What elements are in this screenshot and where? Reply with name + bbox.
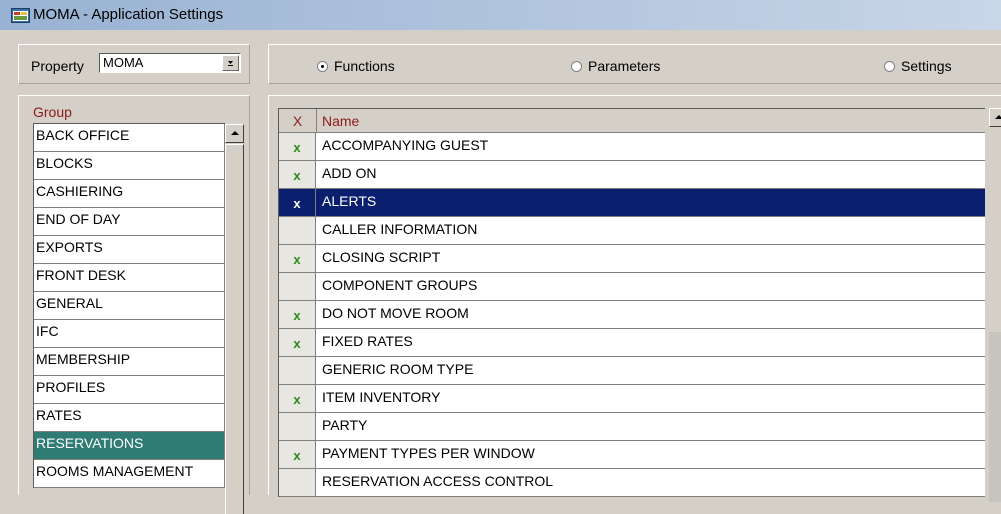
table-row[interactable]: x FIXED RATES [279,329,985,357]
functions-panel: X Name x ACCOMPANYING GUEST x ADD ON x ALERTS… [268,95,1001,502]
table-row[interactable]: x ADD ON [279,161,985,189]
function-name[interactable]: CALLER INFORMATION [316,217,985,244]
group-item[interactable]: RATES [34,404,225,432]
radio-parameters[interactable]: Parameters [571,58,660,74]
group-item[interactable]: BLOCKS [34,152,225,180]
check-x-icon[interactable]: x [279,301,316,328]
radio-button-icon[interactable] [317,61,328,72]
function-name[interactable]: COMPONENT GROUPS [316,273,985,300]
group-item[interactable]: END OF DAY [34,208,225,236]
table-header: X Name [279,109,985,133]
function-name[interactable]: CLOSING SCRIPT [316,245,985,272]
table-row[interactable]: x ACCOMPANYING GUEST [279,133,985,161]
window-title: MOMA - Application Settings [33,6,224,23]
scroll-track[interactable] [989,332,1001,502]
group-item[interactable]: FRONT DESK [34,264,225,292]
table-row[interactable]: x PAYMENT TYPES PER WINDOW [279,441,985,469]
group-item[interactable]: GENERAL [34,292,225,320]
radio-button-icon[interactable] [884,61,895,72]
active-cell[interactable] [279,357,316,384]
active-cell[interactable] [279,217,316,244]
active-cell[interactable] [279,469,316,496]
radio-label: Parameters [588,58,661,74]
property-panel: Property MOMA [18,44,250,84]
property-select[interactable]: MOMA [99,53,241,73]
group-item[interactable]: PROFILES [34,376,225,404]
table-row[interactable]: PARTY [279,413,985,441]
group-item[interactable]: BACK OFFICE [34,124,225,152]
function-name[interactable]: ITEM INVENTORY [316,385,985,412]
radio-label: Functions [334,58,395,74]
active-cell[interactable] [279,413,316,440]
check-x-icon[interactable]: x [279,189,316,216]
property-label: Property [31,58,84,74]
group-item[interactable]: MEMBERSHIP [34,348,225,376]
function-name[interactable]: ACCOMPANYING GUEST [316,133,985,160]
check-x-icon[interactable]: x [279,385,316,412]
check-x-icon[interactable]: x [279,329,316,356]
group-item[interactable]: ROOMS MANAGEMENT [34,460,225,488]
title-bar: MOMA - Application Settings [0,0,1001,30]
group-item[interactable]: RESERVATIONS [34,432,225,460]
dropdown-arrow-icon[interactable] [222,55,239,71]
function-name[interactable]: GENERIC ROOM TYPE [316,357,985,384]
property-value[interactable]: MOMA [103,55,143,70]
table-row[interactable]: x CLOSING SCRIPT [279,245,985,273]
column-header-x[interactable]: X [279,109,317,132]
check-x-icon[interactable]: x [279,161,316,188]
function-name[interactable]: ALERTS [316,189,985,216]
group-item[interactable]: EXPORTS [34,236,225,264]
group-panel: Group BACK OFFICE BLOCKS CASHIERING END OF … [18,95,250,514]
functions-table: X Name x ACCOMPANYING GUEST x ADD ON x ALERTS… [278,108,985,497]
radio-label: Settings [901,58,952,74]
function-name[interactable]: ADD ON [316,161,985,188]
function-name[interactable]: PARTY [316,413,985,440]
radio-settings[interactable]: Settings [884,58,952,74]
table-row[interactable]: COMPONENT GROUPS [279,273,985,301]
radio-button-icon[interactable] [571,61,582,72]
column-header-name[interactable]: Name [317,109,359,132]
table-row[interactable]: RESERVATION ACCESS CONTROL [279,469,985,497]
active-cell[interactable] [279,273,316,300]
table-row[interactable]: x ALERTS [279,189,985,217]
group-scrollbar[interactable] [225,124,244,514]
scroll-thumb[interactable] [225,144,244,514]
radio-functions[interactable]: Functions [317,58,395,74]
check-x-icon[interactable]: x [279,441,316,468]
scroll-up-icon[interactable] [989,108,1001,127]
table-row[interactable]: GENERIC ROOM TYPE [279,357,985,385]
scroll-up-icon[interactable] [225,124,244,143]
table-row[interactable]: CALLER INFORMATION [279,217,985,245]
table-row[interactable]: x ITEM INVENTORY [279,385,985,413]
group-item[interactable]: CASHIERING [34,180,225,208]
table-row[interactable]: x DO NOT MOVE ROOM [279,301,985,329]
function-name[interactable]: RESERVATION ACCESS CONTROL [316,469,985,496]
functions-scrollbar[interactable] [989,108,1001,502]
group-item[interactable]: IFC [34,320,225,348]
function-name[interactable]: DO NOT MOVE ROOM [316,301,985,328]
check-x-icon[interactable]: x [279,245,316,272]
function-name[interactable]: PAYMENT TYPES PER WINDOW [316,441,985,468]
app-window-icon [11,8,30,23]
check-x-icon[interactable]: x [279,133,316,160]
mode-radio-group: Functions Parameters Settings [268,44,1001,84]
group-list: BACK OFFICE BLOCKS CASHIERING END OF DAY EXP… [33,123,225,488]
function-name[interactable]: FIXED RATES [316,329,985,356]
group-header: Group [33,104,72,120]
